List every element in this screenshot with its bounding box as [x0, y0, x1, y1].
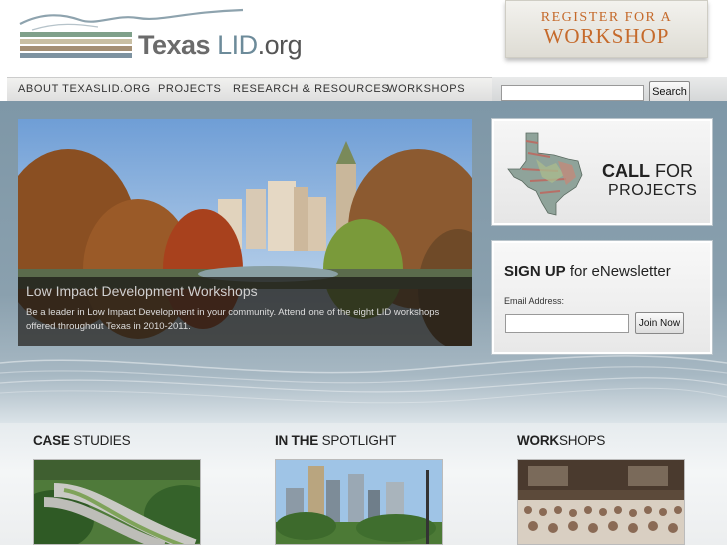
case-studies-rest: STUDIES: [69, 433, 131, 448]
spotlight-title[interactable]: IN THE SPOTLIGHT: [275, 433, 397, 448]
workshops-thumbnail[interactable]: [517, 459, 685, 545]
skyline-image: [276, 460, 442, 544]
newsletter-panel: SIGN UP for eNewsletter Email Address: J…: [492, 241, 712, 354]
wave-icon: [19, 8, 244, 31]
hero-slideshow[interactable]: Low Impact Development Workshops Be a le…: [18, 119, 472, 346]
call-for-projects-panel[interactable]: CALL FOR PROJECTS: [492, 119, 712, 225]
email-label: Email Address:: [504, 296, 565, 306]
workshop-audience-image: [518, 460, 684, 544]
call-word: CALL: [602, 161, 650, 181]
nav-item-workshops[interactable]: WORKSHOPS: [387, 83, 465, 95]
workshops-bold: WORK: [517, 433, 559, 448]
hero-caption: Low Impact Development Workshops Be a le…: [18, 277, 472, 346]
logo-stripes: [20, 32, 132, 60]
main-nav: ABOUT TEXASLID.ORG PROJECTS RESEARCH & R…: [7, 77, 492, 101]
for-word: FOR: [655, 161, 694, 181]
newsletter-title: SIGN UP for eNewsletter: [504, 263, 671, 280]
logo-lid: LID: [217, 30, 258, 60]
case-studies-thumbnail[interactable]: [33, 459, 201, 545]
spotlight-bold: IN THE: [275, 433, 319, 448]
highway-image: [34, 460, 200, 544]
site-header: Texas LID.org REGISTER FOR A WORKSHOP: [0, 0, 727, 77]
texas-map-icon: [507, 132, 583, 216]
texaslid-logo[interactable]: Texas LID.org: [18, 8, 303, 68]
spotlight-rest: SPOTLIGHT: [318, 433, 397, 448]
workshops-rest: SHOPS: [558, 433, 606, 448]
logo-wordmark: Texas LID.org: [138, 30, 303, 61]
email-field[interactable]: [505, 314, 629, 333]
join-now-button[interactable]: Join Now: [635, 312, 684, 334]
spotlight-thumbnail[interactable]: [275, 459, 443, 545]
newsletter-title-rest: for eNewsletter: [565, 263, 671, 280]
hero-title[interactable]: Low Impact Development Workshops: [26, 283, 258, 299]
call-heading: CALL FOR: [602, 161, 693, 182]
hero-text: Be a leader in Low Impact Development in…: [26, 307, 440, 332]
nav-item-research[interactable]: RESEARCH & RESOURCES: [233, 83, 389, 95]
search-input[interactable]: [501, 85, 644, 101]
register-workshop-button[interactable]: REGISTER FOR A WORKSHOP: [505, 0, 708, 58]
register-line2: WORKSHOP: [543, 24, 670, 48]
nav-item-projects[interactable]: PROJECTS: [158, 83, 221, 95]
case-studies-bold: CASE: [33, 433, 70, 448]
projects-word: PROJECTS: [608, 182, 698, 199]
case-studies-title[interactable]: CASE STUDIES: [33, 433, 131, 448]
nav-item-about[interactable]: ABOUT TEXASLID.ORG: [18, 83, 151, 95]
search-button[interactable]: Search: [649, 81, 690, 103]
newsletter-title-bold: SIGN UP: [504, 263, 566, 280]
workshops-title[interactable]: WORKSHOPS: [517, 433, 605, 448]
logo-texas: Texas: [138, 30, 211, 60]
logo-org: .org: [257, 30, 303, 60]
